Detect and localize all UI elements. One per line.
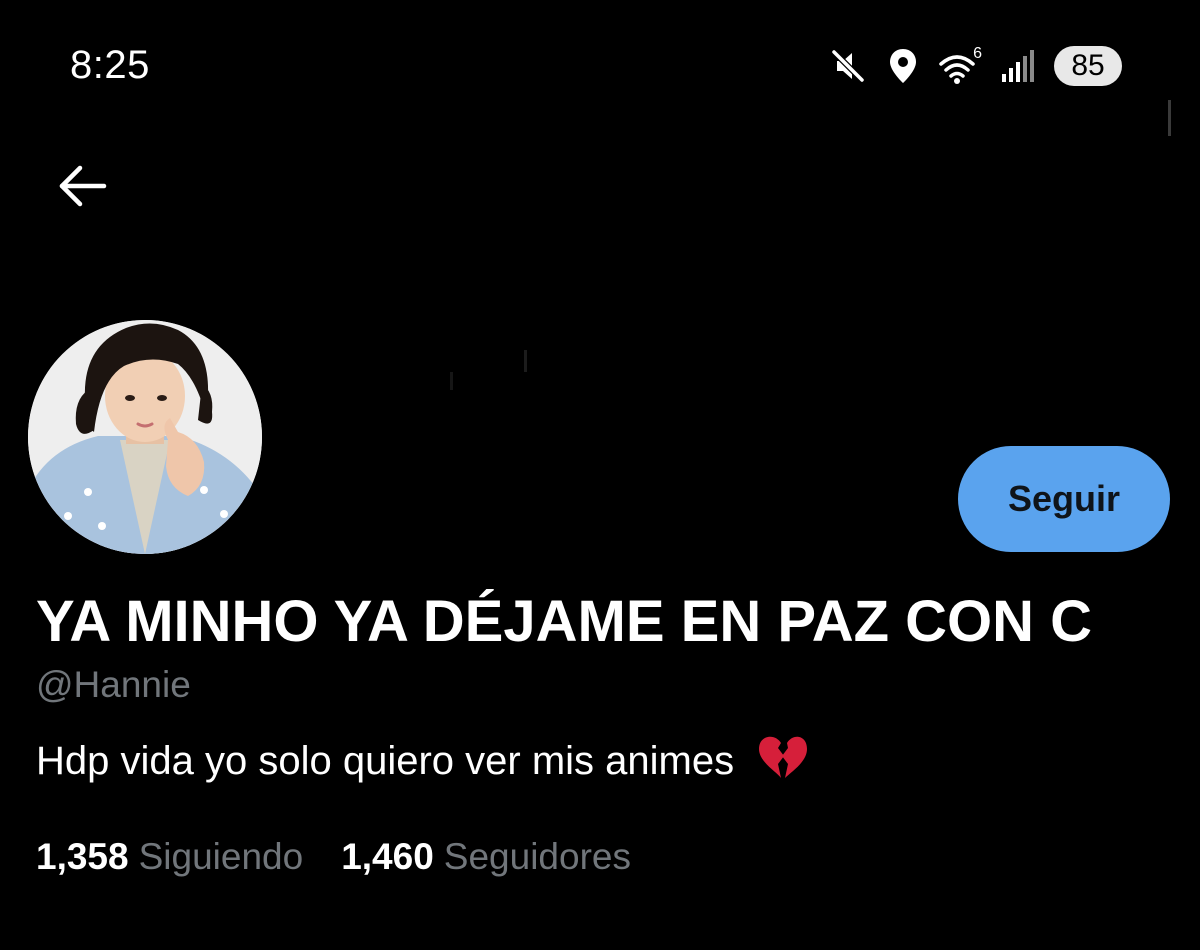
banner-artifact bbox=[524, 350, 527, 372]
avatar[interactable] bbox=[28, 320, 262, 554]
wifi-badge: 6 bbox=[973, 45, 982, 62]
followers-stat[interactable]: 1,460 Seguidores bbox=[341, 834, 631, 880]
follow-button[interactable]: Seguir bbox=[958, 446, 1170, 552]
profile-stats: 1,358 Siguiendo 1,460 Seguidores bbox=[36, 834, 631, 880]
following-label: Siguiendo bbox=[138, 836, 304, 877]
profile-display-name: YA MINHO YA DÉJAME EN PAZ CON C bbox=[36, 589, 1093, 654]
mute-icon bbox=[831, 49, 865, 83]
signal-icon bbox=[1002, 50, 1034, 82]
banner-artifact bbox=[1168, 100, 1171, 136]
following-count: 1,358 bbox=[36, 836, 129, 877]
status-icons: 6 85 bbox=[828, 44, 1122, 88]
back-button[interactable] bbox=[50, 158, 114, 214]
profile-username: @Hannie bbox=[36, 664, 191, 705]
battery-indicator: 85 bbox=[1054, 46, 1122, 86]
followers-label: Seguidores bbox=[443, 836, 631, 877]
following-stat[interactable]: 1,358 Siguiendo bbox=[36, 834, 303, 880]
profile-bio-text: Hdp vida yo solo quiero ver mis animes bbox=[36, 739, 735, 783]
location-icon bbox=[890, 49, 916, 83]
banner-artifact bbox=[450, 372, 453, 390]
status-bar: 8:25 6 85 bbox=[0, 0, 1200, 130]
profile-bio: Hdp vida yo solo quiero ver mis animes bbox=[36, 734, 809, 786]
status-time: 8:25 bbox=[70, 43, 150, 87]
arrow-left-icon bbox=[59, 165, 107, 207]
avatar-photo bbox=[28, 320, 262, 554]
followers-count: 1,460 bbox=[341, 836, 434, 877]
broken-heart-icon bbox=[759, 736, 808, 778]
wifi-6-icon: 6 bbox=[938, 46, 982, 86]
